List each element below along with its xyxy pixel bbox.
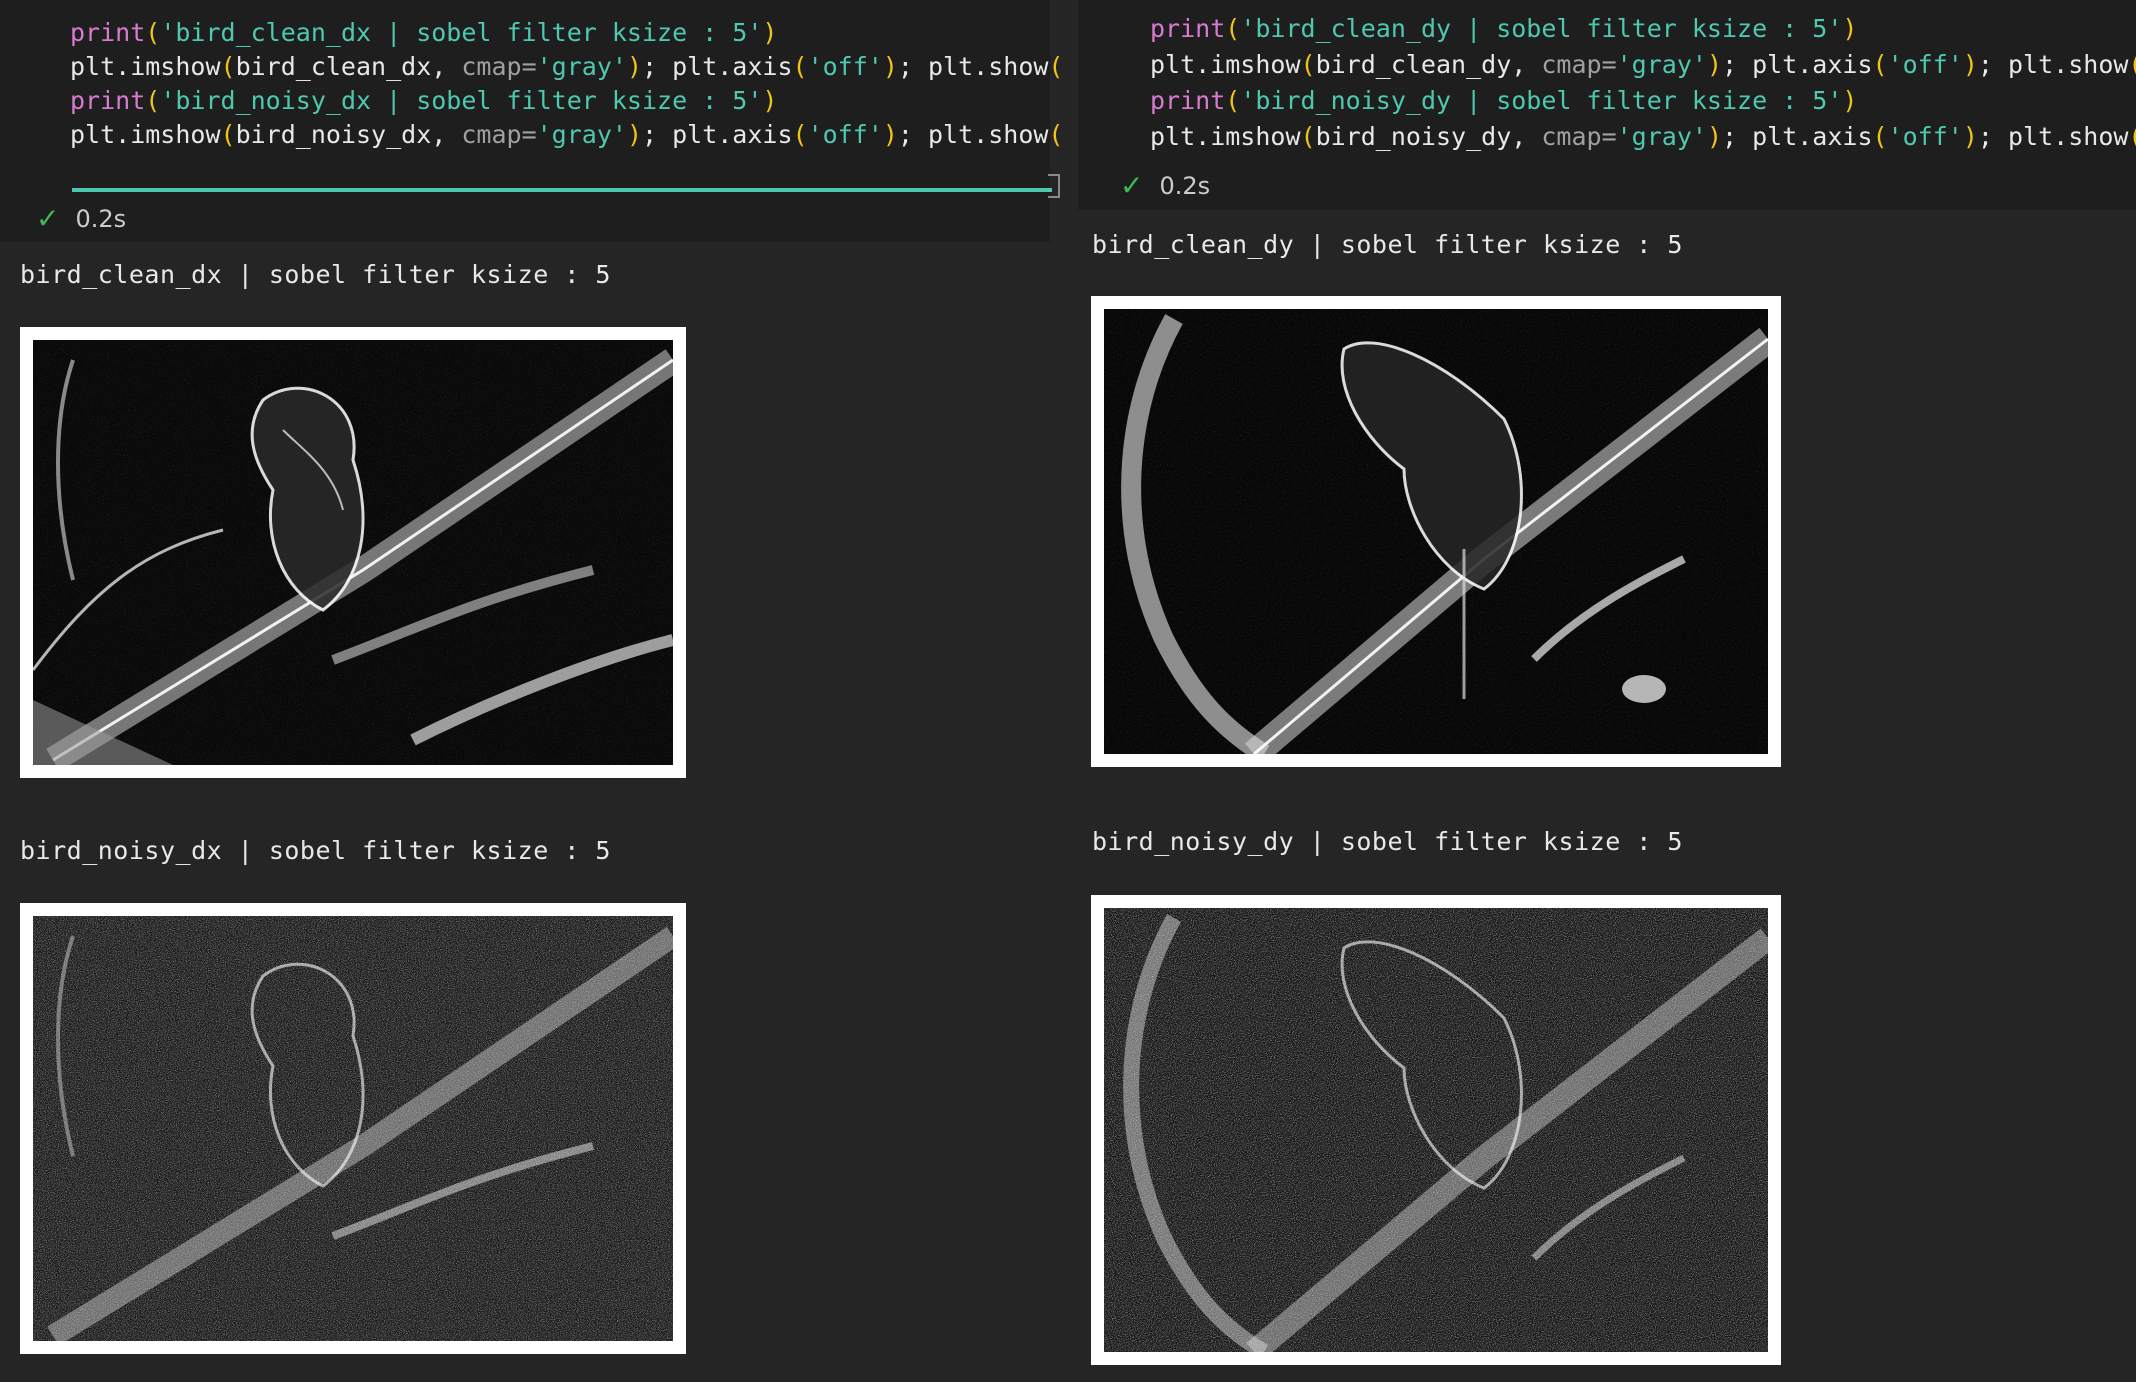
code-line-2: plt.imshow(bird_clean_dy, cmap='gray'); … <box>1150 50 2136 79</box>
code-cell-dy[interactable]: print('bird_clean_dy | sobel filter ksiz… <box>1078 0 2136 210</box>
output-image-noisy-dy <box>1091 895 1781 1365</box>
code-line-4: plt.imshow(bird_noisy_dx, cmap='gray'); … <box>70 120 1068 149</box>
execution-time: 0.2s <box>1159 172 1211 200</box>
check-icon: ✓ <box>36 202 60 235</box>
output-image-clean-dy <box>1091 296 1781 767</box>
code-cell-dx[interactable]: print('bird_clean_dx | sobel filter ksiz… <box>0 0 1068 242</box>
code-line-1: print('bird_clean_dy | sobel filter ksiz… <box>1150 14 1858 43</box>
code-line-3: print('bird_noisy_dy | sobel filter ksiz… <box>1150 86 1858 115</box>
execution-status: ✓ 0.2s <box>1120 169 1211 202</box>
notebook-panel-right: print('bird_clean_dy | sobel filter ksiz… <box>1068 0 2136 1382</box>
code-line-3: print('bird_noisy_dx | sobel filter ksiz… <box>70 86 778 115</box>
execution-time: 0.2s <box>75 205 127 233</box>
output-label-noisy-dx: bird_noisy_dx | sobel filter ksize : 5 <box>20 836 611 865</box>
output-label-clean-dy: bird_clean_dy | sobel filter ksize : 5 <box>1092 230 1683 259</box>
code-line-4: plt.imshow(bird_noisy_dy, cmap='gray'); … <box>1150 122 2136 151</box>
output-label-clean-dx: bird_clean_dx | sobel filter ksize : 5 <box>20 260 611 289</box>
progress-end-bracket <box>1048 174 1060 198</box>
execution-status: ✓ 0.2s <box>36 202 127 235</box>
output-image-noisy-dx <box>20 903 686 1354</box>
output-image-clean-dx <box>20 327 686 778</box>
code-line-2: plt.imshow(bird_clean_dx, cmap='gray'); … <box>70 52 1068 81</box>
output-label-noisy-dy: bird_noisy_dy | sobel filter ksize : 5 <box>1092 827 1683 856</box>
execution-progress-bar <box>72 188 1052 192</box>
notebook-panel-left: print('bird_clean_dx | sobel filter ksiz… <box>0 0 1068 1382</box>
code-line-1: print('bird_clean_dx | sobel filter ksiz… <box>70 18 778 47</box>
check-icon: ✓ <box>1120 169 1144 202</box>
